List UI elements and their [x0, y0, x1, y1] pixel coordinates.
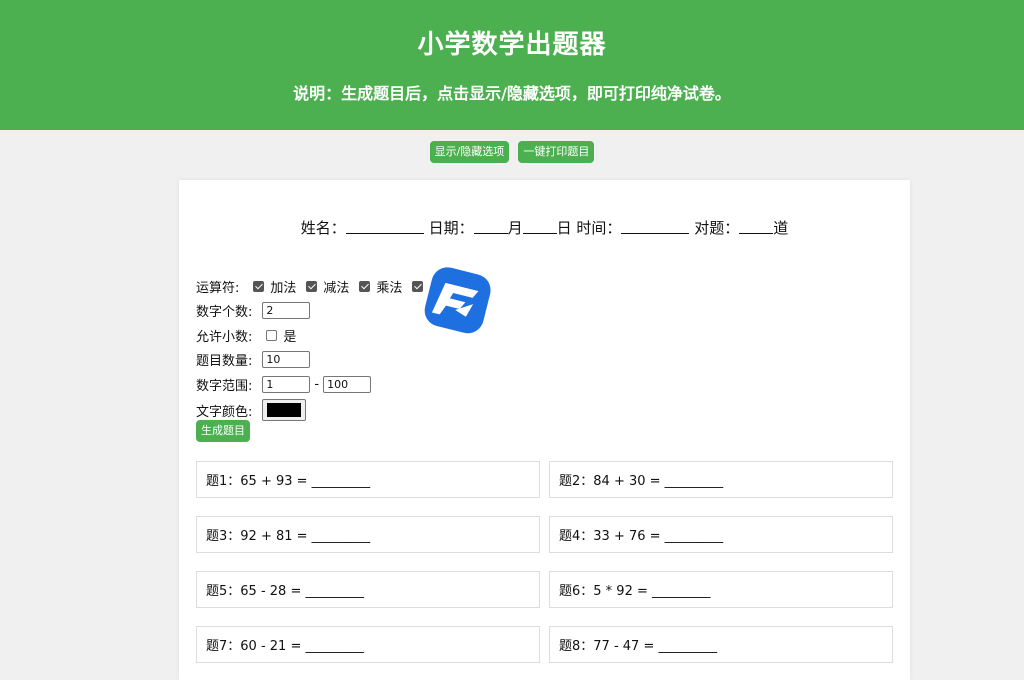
top-actions: 显示/隐藏选项 一键打印题目	[0, 140, 1024, 163]
generate-button[interactable]: 生成题目	[196, 420, 250, 442]
text-color-picker[interactable]	[262, 399, 307, 421]
month-blank	[473, 219, 508, 234]
name-label: 姓名：	[300, 219, 346, 237]
multiplication-label: 乘法	[376, 280, 403, 296]
correct-blank	[739, 219, 774, 234]
operators-label: 运算符:	[196, 280, 240, 296]
question-count-row: 题目数量: 10	[196, 348, 435, 373]
range-label: 数字范围:	[196, 378, 253, 394]
options-panel: 运算符: 加法 减法 乘法 数字个数: 2 允许小数: 是 题目数量: 10 数…	[196, 274, 435, 424]
digit-count-input[interactable]: 2	[262, 302, 311, 320]
range-separator: -	[314, 376, 320, 392]
multiplication-checkbox[interactable]	[359, 280, 371, 292]
question-item: 题8：77 - 47 = _________	[549, 626, 893, 663]
question-item: 题7：60 - 21 = _________	[196, 626, 540, 663]
month-label: 月	[507, 219, 523, 237]
student-info-line: 姓名： 日期： 月 日 时间： 对题： 道	[179, 217, 910, 238]
decimal-checkbox[interactable]	[266, 329, 278, 341]
subtraction-checkbox[interactable]	[306, 280, 318, 292]
toggle-options-button[interactable]: 显示/隐藏选项	[429, 141, 510, 163]
correct-label: 对题：	[694, 219, 740, 237]
correct-unit: 道	[773, 219, 789, 237]
question-item: 题6：5 * 92 = _________	[549, 571, 893, 608]
range-min-input[interactable]: 1	[262, 375, 311, 393]
question-item: 题4：33 + 76 = _________	[549, 516, 893, 553]
page-description: 说明：生成题目后，点击显示/隐藏选项，即可打印纯净试卷。	[293, 84, 731, 103]
operators-row: 运算符: 加法 减法 乘法	[196, 274, 435, 299]
decimal-label: 允许小数:	[196, 329, 253, 345]
print-button[interactable]: 一键打印题目	[518, 141, 595, 163]
page-title: 小学数学出题器	[417, 30, 607, 60]
question-item: 题5：65 - 28 = _________	[196, 571, 540, 608]
worksheet-card: 姓名： 日期： 月 日 时间： 对题： 道 运算符: 加法 减法 乘法 数字个数: 2…	[179, 180, 910, 680]
addition-checkbox[interactable]	[253, 280, 265, 292]
question-item: 题2：84 + 30 = _________	[549, 461, 893, 498]
question-item: 题3：92 + 81 = _________	[196, 516, 540, 553]
decimal-option-label: 是	[283, 329, 297, 345]
page-header: 小学数学出题器 说明：生成题目后，点击显示/隐藏选项，即可打印纯净试卷。	[0, 0, 1024, 130]
name-blank	[345, 219, 424, 234]
addition-label: 加法	[270, 280, 297, 296]
question-count-input[interactable]: 10	[262, 351, 311, 369]
date-label: 日期：	[428, 219, 474, 237]
range-max-input[interactable]: 100	[323, 375, 372, 393]
time-label: 时间：	[576, 219, 622, 237]
day-blank	[522, 219, 557, 234]
division-checkbox[interactable]	[412, 280, 424, 292]
subtraction-label: 减法	[323, 280, 350, 296]
range-row: 数字范围: 1 - 100	[196, 372, 435, 397]
digit-count-row: 数字个数: 2	[196, 299, 435, 324]
color-swatch-fill	[267, 403, 302, 417]
digit-count-label: 数字个数:	[196, 305, 253, 321]
color-label: 文字颜色:	[196, 404, 253, 420]
time-blank	[621, 219, 690, 234]
decimal-row: 允许小数: 是	[196, 323, 435, 348]
question-item: 题1：65 + 93 = _________	[196, 461, 540, 498]
question-count-label: 题目数量:	[196, 354, 253, 370]
day-label: 日	[556, 219, 572, 237]
